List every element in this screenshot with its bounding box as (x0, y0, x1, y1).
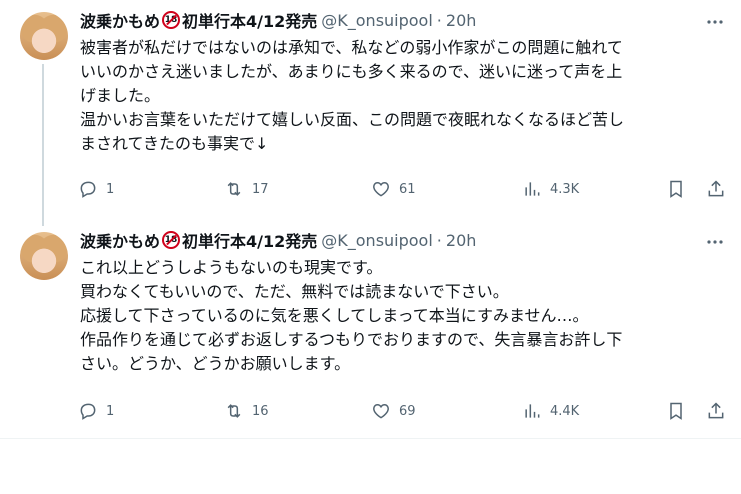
author-handle[interactable]: @K_onsuipool (321, 11, 433, 30)
bookmark-icon (670, 402, 682, 420)
tweet[interactable]: 波乗かもめ 18 初単行本4/12発売 @K_onsuipool · 20h こ… (0, 220, 741, 439)
views-button[interactable]: 4.4K (522, 396, 579, 426)
tweet[interactable]: 波乗かもめ 18 初単行本4/12発売 @K_onsuipool · 20h 被… (0, 0, 741, 226)
author-name-suffix[interactable]: 初単行本4/12発売 (182, 8, 317, 32)
separator-dot: · (436, 10, 442, 30)
reply-count: 1 (106, 403, 115, 419)
share-icon (708, 180, 724, 197)
views-count: 4.3K (550, 181, 580, 197)
views-count: 4.4K (550, 403, 580, 419)
more-icon[interactable] (705, 232, 725, 252)
separator-dot: · (436, 230, 442, 250)
views-button[interactable]: 4.3K (522, 174, 579, 204)
retweet-button[interactable]: 16 (224, 396, 269, 426)
retweet-count: 17 (252, 181, 269, 197)
tweet-actions: 1 17 61 4.3K (78, 174, 730, 204)
like-button[interactable]: 61 (371, 174, 416, 204)
bookmark-button[interactable] (666, 396, 686, 426)
more-icon[interactable] (705, 12, 725, 32)
avatar[interactable] (20, 232, 68, 280)
like-count: 69 (399, 403, 416, 419)
author-name[interactable]: 波乗かもめ (80, 228, 160, 252)
author-name-suffix[interactable]: 初単行本4/12発売 (182, 228, 317, 252)
retweet-button[interactable]: 17 (224, 174, 269, 204)
share-icon (708, 402, 724, 419)
tweet-header: 波乗かもめ 18 初単行本4/12発売 @K_onsuipool · 20h (80, 8, 476, 32)
reply-count: 1 (106, 181, 115, 197)
avatar[interactable] (20, 12, 68, 60)
reply-button[interactable]: 1 (78, 174, 114, 204)
retweet-icon (227, 404, 241, 418)
share-button[interactable] (706, 396, 726, 426)
heart-icon (373, 181, 389, 197)
tweet-actions: 1 16 69 4.4K (78, 396, 730, 426)
like-button[interactable]: 69 (371, 396, 416, 426)
thread-connector-line (42, 64, 44, 226)
reply-button[interactable]: 1 (78, 396, 114, 426)
like-count: 61 (399, 181, 416, 197)
author-handle[interactable]: @K_onsuipool (321, 231, 433, 250)
reply-icon (80, 403, 96, 420)
timestamp[interactable]: 20h (446, 231, 477, 250)
views-icon (525, 182, 540, 196)
bookmark-button[interactable] (666, 174, 686, 204)
reply-icon (80, 181, 96, 198)
retweet-icon (227, 182, 241, 196)
r18-badge-icon: 18 (162, 11, 181, 29)
share-button[interactable] (706, 174, 726, 204)
timestamp[interactable]: 20h (446, 11, 477, 30)
tweet-text: これ以上どうしようもないのも現実です。 買わなくてもいいので、ただ、無料では読ま… (80, 258, 623, 373)
author-name[interactable]: 波乗かもめ (80, 8, 160, 32)
heart-icon (373, 403, 389, 419)
views-icon (525, 404, 540, 418)
tweet-text: 被害者が私だけではないのは承知で、私などの弱小作家がこの問題に触れて いいのかさ… (80, 38, 625, 153)
retweet-count: 16 (252, 403, 269, 419)
r18-badge-icon: 18 (162, 231, 181, 249)
bookmark-icon (670, 180, 682, 198)
tweet-header: 波乗かもめ 18 初単行本4/12発売 @K_onsuipool · 20h (80, 228, 476, 252)
